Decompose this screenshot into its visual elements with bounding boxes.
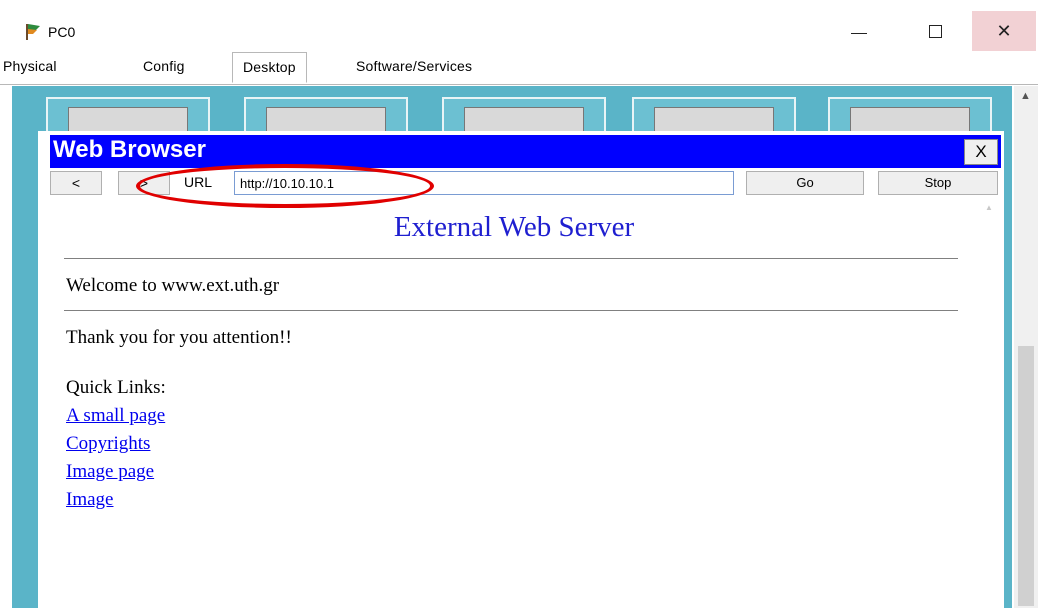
browser-title: Web Browser [53, 136, 206, 163]
page-heading: External Web Server [393, 211, 635, 243]
tab-config[interactable]: Config [143, 58, 185, 74]
maximize-icon [928, 24, 942, 38]
browser-titlebar: Web Browser X [50, 135, 1001, 168]
minimize-button[interactable] [837, 11, 881, 51]
close-icon: ✕ [996, 20, 1012, 41]
go-button[interactable]: Go [746, 171, 864, 195]
browser-close-button[interactable]: X [964, 139, 998, 165]
quick-links-list: A small page Copyrights Image page Image [66, 402, 165, 514]
divider [64, 258, 958, 259]
stop-button[interactable]: Stop [878, 171, 998, 195]
page-content: External Web Server Welcome to www.ext.u… [50, 201, 978, 606]
tab-software-services[interactable]: Software/Services [356, 58, 472, 74]
welcome-text: Welcome to www.ext.uth.gr [66, 275, 280, 296]
tab-desktop[interactable]: Desktop [232, 52, 307, 83]
scrollbar-thumb[interactable] [1018, 346, 1034, 606]
scroll-up-icon[interactable]: ▲ [985, 203, 993, 212]
url-label: URL [184, 174, 213, 190]
divider [64, 310, 958, 311]
url-input[interactable] [234, 171, 734, 195]
window-title: PC0 [48, 24, 76, 40]
close-window-button[interactable]: ✕ [972, 11, 1036, 51]
thanks-text: Thank you for you attention!! [66, 327, 292, 348]
maximize-button[interactable] [913, 11, 957, 51]
tab-bar: Physical Config Desktop Software/Service… [0, 52, 1038, 85]
scroll-up-icon[interactable]: ▲ [1020, 90, 1031, 102]
desktop-scrollbar[interactable]: ▲ [1014, 86, 1038, 608]
quick-links-label: Quick Links: [66, 377, 166, 398]
minimize-icon [851, 32, 867, 34]
packet-tracer-pc-icon [26, 24, 40, 40]
link-image[interactable]: Image [66, 486, 165, 514]
content-scrollbar[interactable]: ▲ [978, 201, 1002, 606]
back-button[interactable]: < [50, 171, 102, 195]
web-browser-window: Web Browser X < > URL Go Stop External W… [38, 131, 1004, 608]
link-copyrights[interactable]: Copyrights [66, 430, 165, 458]
window-titlebar: PC0 ✕ [0, 0, 1038, 52]
link-image-page[interactable]: Image page [66, 458, 165, 486]
link-small-page[interactable]: A small page [66, 402, 165, 430]
forward-button[interactable]: > [118, 171, 170, 195]
tab-physical[interactable]: Physical [3, 58, 57, 74]
